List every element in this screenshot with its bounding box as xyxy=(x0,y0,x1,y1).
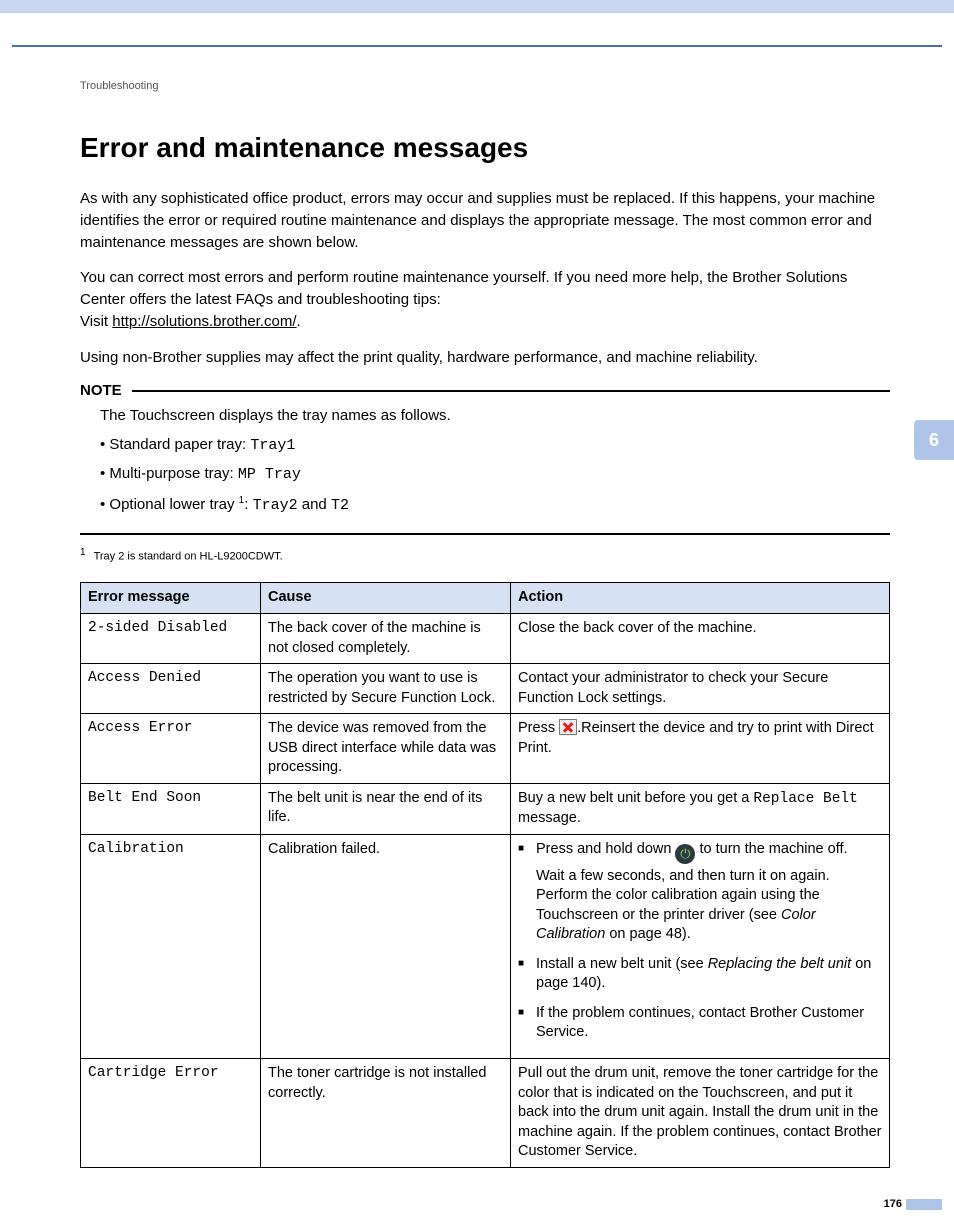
intro-paragraph-1: As with any sophisticated office product… xyxy=(80,188,890,253)
error-cause: The operation you want to use is restric… xyxy=(261,664,511,714)
error-action: Buy a new belt unit before you get a Rep… xyxy=(511,783,890,834)
error-msg: Access Denied xyxy=(81,664,261,714)
error-cause: The back cover of the machine is not clo… xyxy=(261,613,511,663)
error-cause: The belt unit is near the end of its lif… xyxy=(261,783,511,834)
note-item-label: Multi-purpose tray: xyxy=(109,465,237,482)
action-post: message. xyxy=(518,810,581,826)
chapter-tab: 6 xyxy=(914,420,954,460)
error-msg: Access Error xyxy=(81,714,261,784)
page-content: Troubleshooting Error and maintenance me… xyxy=(80,80,890,1168)
page-title: Error and maintenance messages xyxy=(80,132,890,164)
intro-paragraph-3: Using non-Brother supplies may affect th… xyxy=(80,347,890,369)
footnote-number: 1 xyxy=(80,547,86,558)
intro2-text: You can correct most errors and perform … xyxy=(80,269,847,308)
footnote: 1 Tray 2 is standard on HL-L9200CDWT. xyxy=(80,547,890,563)
note-bullet-1: Standard paper tray: Tray1 xyxy=(100,434,890,458)
table-row: 2-sided Disabled The back cover of the m… xyxy=(81,613,890,663)
table-row: Access Denied The operation you want to … xyxy=(81,664,890,714)
header-rule xyxy=(12,45,942,47)
solutions-link[interactable]: http://solutions.brother.com/ xyxy=(112,313,296,330)
cancel-icon xyxy=(559,719,577,735)
table-header-row: Error message Cause Action xyxy=(81,583,890,614)
error-table: Error message Cause Action 2-sided Disab… xyxy=(80,582,890,1167)
table-row: Cartridge Error The toner cartridge is n… xyxy=(81,1059,890,1168)
error-cause: The device was removed from the USB dire… xyxy=(261,714,511,784)
note-item-label: Standard paper tray: xyxy=(109,436,250,453)
note-label: NOTE xyxy=(80,382,122,399)
error-action: Close the back cover of the machine. xyxy=(511,613,890,663)
intro-paragraph-2: You can correct most errors and perform … xyxy=(80,267,890,332)
action-text: If the problem continues, contact Brothe… xyxy=(536,1005,864,1041)
table-row: Calibration Calibration failed. Press an… xyxy=(81,835,890,1059)
power-icon: ⏻ xyxy=(675,844,695,864)
sub-post: on page 48). xyxy=(605,926,690,942)
note-rule-top xyxy=(132,390,890,392)
replace-belt-code: Replace Belt xyxy=(753,791,857,807)
tray1-code: Tray1 xyxy=(250,437,295,454)
visit-suffix: . xyxy=(297,313,301,330)
error-action: Pull out the drum unit, remove the toner… xyxy=(511,1059,890,1168)
table-row: Belt End Soon The belt unit is near the … xyxy=(81,783,890,834)
action-text-pre: Press and hold down xyxy=(536,841,675,857)
col-header-message: Error message xyxy=(81,583,261,614)
action-subtext: Wait a few seconds, and then turn it on … xyxy=(536,867,882,945)
error-msg: Calibration xyxy=(81,835,261,1059)
page-number-bar xyxy=(906,1199,942,1210)
note-lead: The Touchscreen displays the tray names … xyxy=(100,405,890,428)
breadcrumb: Troubleshooting xyxy=(80,80,890,92)
action-text-pre: Install a new belt unit (see xyxy=(536,956,708,972)
mptray-code: MP Tray xyxy=(238,466,301,483)
error-cause: Calibration failed. xyxy=(261,835,511,1059)
action-item: Press and hold down ⏻ to turn the machin… xyxy=(518,840,882,945)
error-action: Press .Reinsert the device and try to pr… xyxy=(511,714,890,784)
error-msg: Cartridge Error xyxy=(81,1059,261,1168)
action-item: Install a new belt unit (see Replacing t… xyxy=(518,955,882,994)
note-bullet-3: Optional lower tray 1: Tray2 and T2 xyxy=(100,493,890,518)
note-bullet-2: Multi-purpose tray: MP Tray xyxy=(100,463,890,487)
action-italic: Replacing the belt unit xyxy=(708,956,852,972)
page-number: 176 xyxy=(884,1198,902,1210)
col-header-action: Action xyxy=(511,583,890,614)
error-action: Contact your administrator to check your… xyxy=(511,664,890,714)
col-header-cause: Cause xyxy=(261,583,511,614)
tray2-code: Tray2 xyxy=(253,497,298,514)
table-row: Access Error The device was removed from… xyxy=(81,714,890,784)
action-item: If the problem continues, contact Brothe… xyxy=(518,1004,882,1043)
top-bar xyxy=(0,0,954,13)
error-msg: 2-sided Disabled xyxy=(81,613,261,663)
error-cause: The toner cartridge is not installed cor… xyxy=(261,1059,511,1168)
footnote-text: Tray 2 is standard on HL-L9200CDWT. xyxy=(94,550,283,562)
action-pre: Press xyxy=(518,720,559,736)
error-action: Press and hold down ⏻ to turn the machin… xyxy=(511,835,890,1059)
action-pre: Buy a new belt unit before you get a xyxy=(518,790,753,806)
visit-prefix: Visit xyxy=(80,313,112,330)
note-rule-bottom xyxy=(80,533,890,535)
note-item-label-post: : xyxy=(244,496,252,513)
t2-code: T2 xyxy=(331,497,349,514)
and-text: and xyxy=(298,496,331,513)
note-box: NOTE The Touchscreen displays the tray n… xyxy=(80,382,890,535)
note-item-label-pre: Optional lower tray xyxy=(109,496,238,513)
error-msg: Belt End Soon xyxy=(81,783,261,834)
action-text-post: to turn the machine off. xyxy=(695,841,847,857)
